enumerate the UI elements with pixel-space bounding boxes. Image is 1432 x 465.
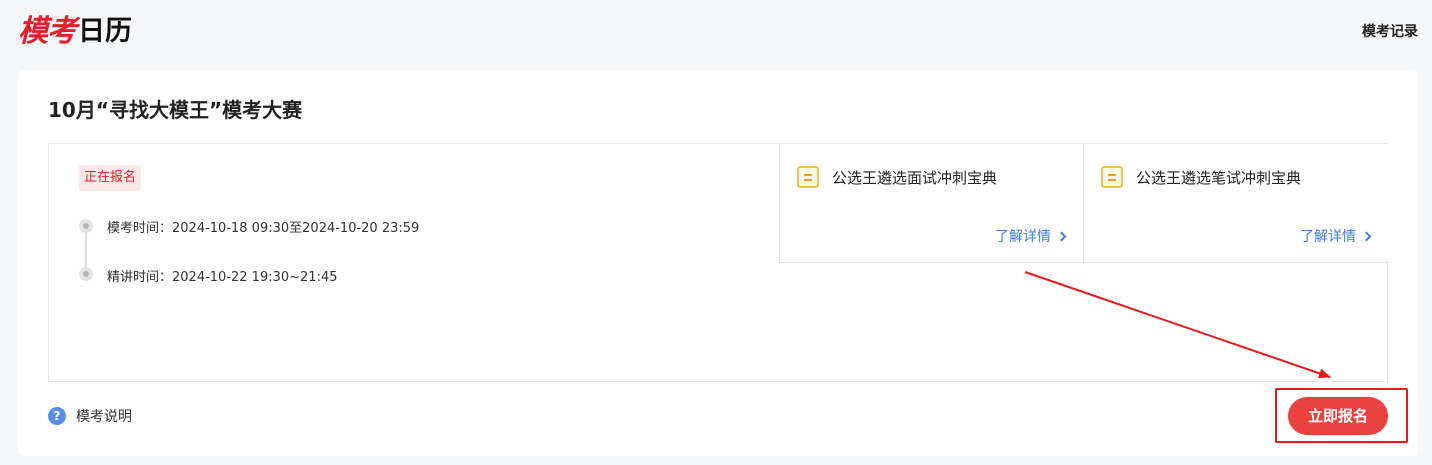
exam-title: 10月“寻找大模王”模考大赛 <box>48 98 303 122</box>
exam-instructions-link[interactable]: ? 模考说明 <box>48 406 132 426</box>
exam-instructions-label: 模考说明 <box>76 409 132 425</box>
logo[interactable]: 模考 日历 <box>18 10 132 50</box>
logo-script-text: 模考 <box>18 14 77 49</box>
chevron-right-icon <box>1056 231 1067 241</box>
book-card-interview[interactable]: 公选王遴选面试冲刺宝典 了解详情 <box>779 144 1083 263</box>
book-title: 公选王遴选面试冲刺宝典 <box>832 169 998 187</box>
details-link[interactable]: 了解详情 <box>1300 226 1372 246</box>
top-bar: 模考 日历 模考记录 <box>0 0 1432 62</box>
timeline-dot-icon <box>79 219 93 233</box>
document-icon <box>797 166 819 188</box>
question-circle-icon: ? <box>48 407 66 425</box>
book-card-written[interactable]: 公选王遴选笔试冲刺宝典 了解详情 <box>1083 144 1388 263</box>
details-link-label: 了解详情 <box>995 229 1051 245</box>
details-link-label: 了解详情 <box>1300 229 1356 245</box>
timeline-dot-icon <box>79 267 93 281</box>
chevron-right-icon <box>1361 231 1372 241</box>
exam-records-link[interactable]: 模考记录 <box>1362 21 1418 41</box>
exam-card: 10月“寻找大模王”模考大赛 正在报名 模考时间：2024-10-18 09:3… <box>18 70 1418 456</box>
annotation-highlight-box <box>1275 388 1408 443</box>
lecture-time: 精讲时间：2024-10-22 19:30~21:45 <box>107 270 338 285</box>
status-badge: 正在报名 <box>79 165 142 191</box>
exam-info-panel: 正在报名 模考时间：2024-10-18 09:30至2024-10-20 23… <box>48 143 1388 382</box>
exam-time: 模考时间：2024-10-18 09:30至2024-10-20 23:59 <box>107 221 420 236</box>
book-title: 公选王遴选笔试冲刺宝典 <box>1136 169 1302 187</box>
document-icon <box>1101 166 1123 188</box>
logo-text: 日历 <box>78 16 132 47</box>
details-link[interactable]: 了解详情 <box>995 226 1067 246</box>
